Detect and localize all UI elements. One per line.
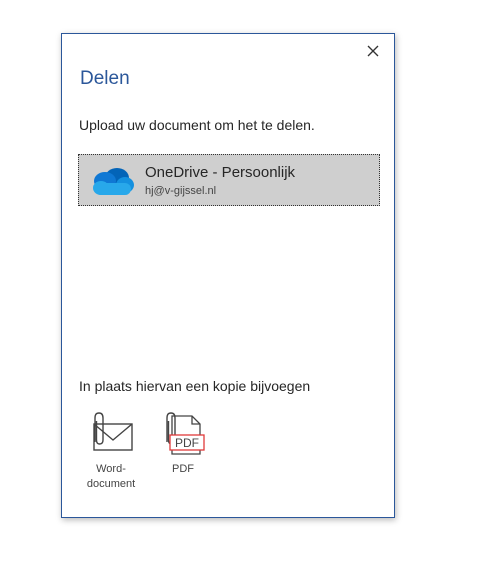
pdf-icon-text: PDF (175, 436, 199, 450)
word-attachment-icon (93, 412, 133, 451)
onedrive-name: OneDrive - Persoonlijk (145, 164, 296, 181)
attach-pdf-label: PDF (172, 463, 194, 475)
attach-prompt: In plaats hiervan een kopie bijvoegen (79, 378, 311, 394)
close-button[interactable] (364, 42, 382, 60)
onedrive-location-button[interactable]: OneDrive - Persoonlijk hj@v-gijssel.nl (78, 154, 380, 206)
onedrive-cloud-icon (93, 168, 134, 195)
attach-word-document-button[interactable]: Word- document (76, 412, 146, 502)
pdf-attachment-icon: PDF (166, 412, 205, 455)
close-icon (367, 45, 379, 57)
dialog-title: Delen (80, 68, 130, 89)
upload-prompt: Upload uw document om het te delen. (79, 117, 315, 133)
attach-pdf-button[interactable]: PDF PDF (148, 412, 218, 502)
onedrive-account: hj@v-gijssel.nl (145, 185, 217, 197)
share-dialog: Delen Upload uw document om het te delen… (61, 33, 395, 518)
attach-word-label: Word- document (86, 463, 136, 490)
